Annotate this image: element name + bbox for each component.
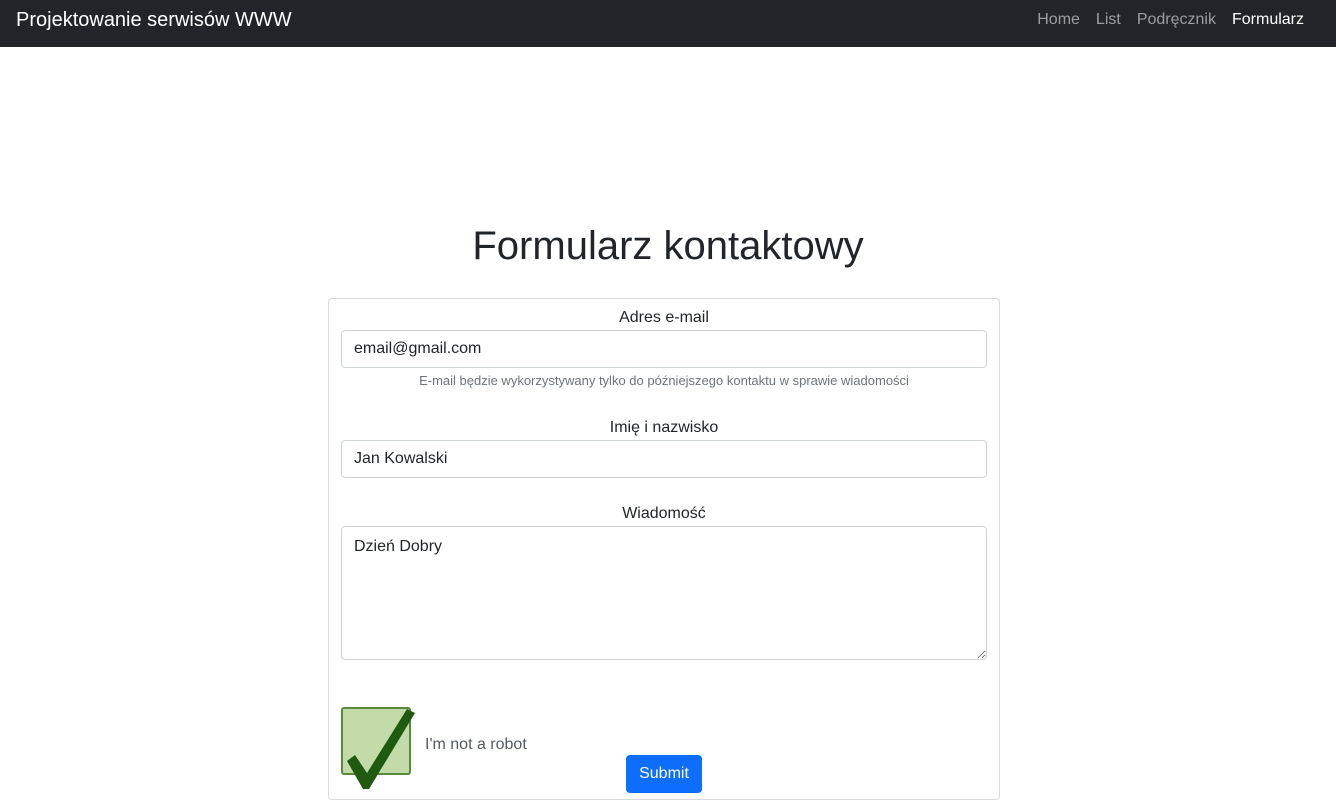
contact-form: Adres e-mail E-mail będzie wykorzystywan… <box>328 298 1000 800</box>
nav-links: Home List Podręcznik Formularz <box>1037 10 1304 30</box>
nav-link-list[interactable]: List <box>1096 10 1121 30</box>
checkmark-icon <box>347 709 415 789</box>
name-label: Imię i nazwisko <box>609 419 719 436</box>
nav-link-home[interactable]: Home <box>1037 10 1080 30</box>
navbar: Projektowanie serwisów WWW Home List Pod… <box>0 0 1336 47</box>
message-textarea[interactable]: Dzień Dobry <box>341 526 987 660</box>
message-label: Wiadomość <box>622 505 706 522</box>
submit-button[interactable]: Submit <box>626 755 702 793</box>
captcha-checkbox[interactable] <box>341 707 415 789</box>
email-field[interactable] <box>341 330 987 368</box>
navbar-brand[interactable]: Projektowanie serwisów WWW <box>16 8 292 32</box>
page-title: Formularz kontaktowy <box>472 224 864 268</box>
nav-link-podrecznik[interactable]: Podręcznik <box>1137 10 1216 30</box>
nav-link-formularz[interactable]: Formularz <box>1232 10 1304 30</box>
email-label: Adres e-mail <box>619 309 709 326</box>
email-help-text: E-mail będzie wykorzystywany tylko do pó… <box>419 373 909 388</box>
name-field[interactable] <box>341 440 987 478</box>
captcha-label: I'm not a robot <box>425 736 527 753</box>
